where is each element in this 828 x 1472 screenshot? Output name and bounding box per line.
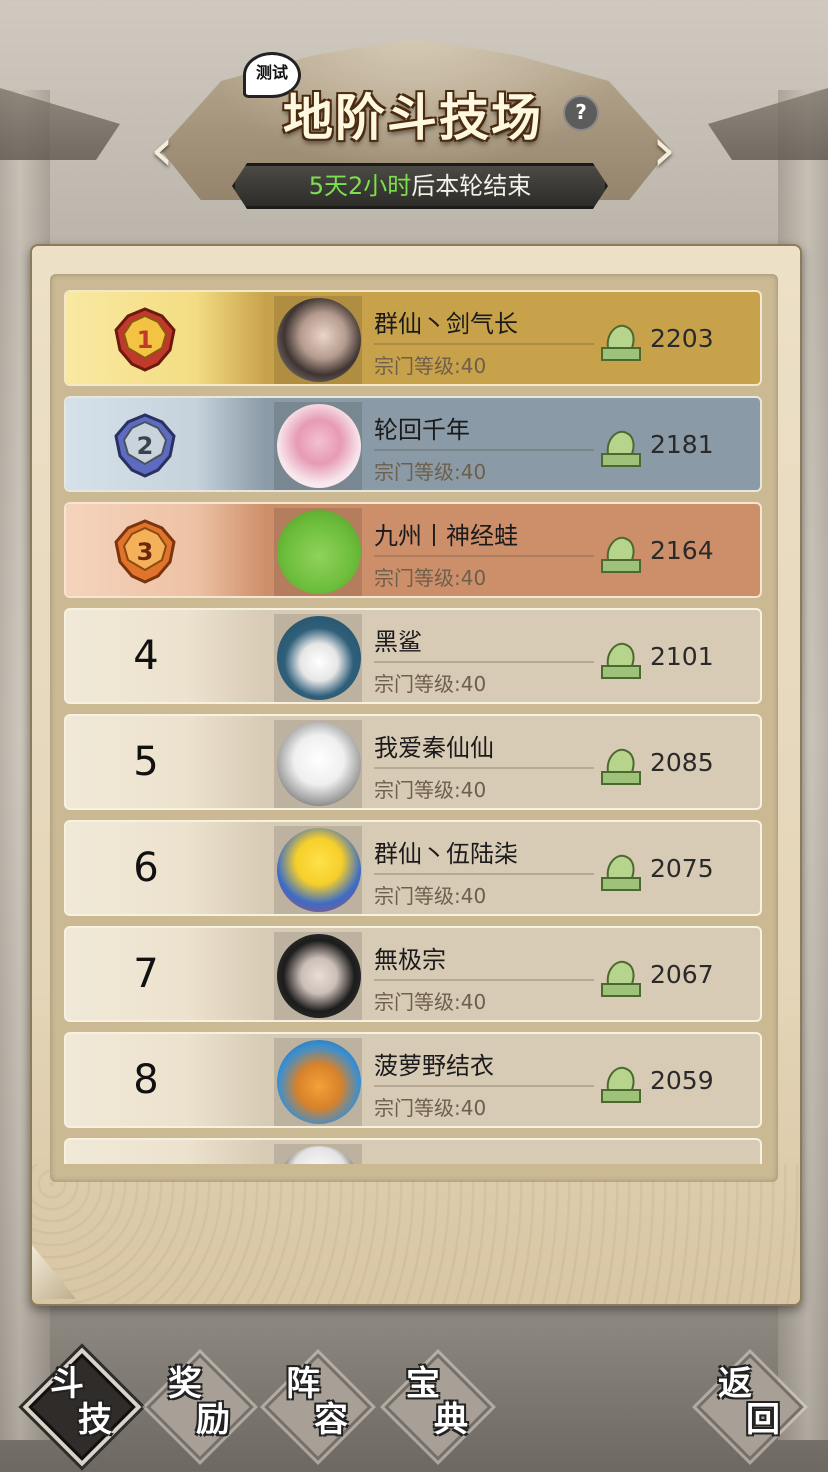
jade-seal-icon [601,854,641,891]
score: 2075 [650,854,714,883]
nav-codex-button[interactable]: 宝 典 [384,1353,492,1461]
gold-medal-icon: 1 [114,307,176,372]
sect-level: 宗门等级:40 [374,990,487,1014]
couple-photo-avatar[interactable] [277,404,361,488]
player-name: 群仙丶伍陆柒 [374,840,518,868]
player-name: 黑鲨 [374,628,422,656]
svg-text:1: 1 [137,326,154,354]
jade-seal-icon [601,642,641,679]
sect-level: 宗门等级:40 [374,672,487,696]
player-name: 群仙丶剑气长 [374,310,518,338]
nav-rewards-button[interactable]: 奖 励 [146,1353,254,1461]
table-row[interactable]: 1 群仙丶剑气长 宗门等级:40 2203 [64,290,762,386]
player-name: 九州丨神经蛙 [374,522,518,550]
rank-number: 5 [133,739,159,785]
timer-suffix: 后本轮结束 [411,172,532,200]
rank-number: 6 [133,845,159,891]
jade-seal-icon [601,960,641,997]
left-roof [0,88,120,160]
table-row[interactable]: 3 九州丨神经蛙 宗门等级:40 2164 [64,502,762,598]
player-name: 轮回千年 [374,416,470,444]
table-row[interactable]: 5 我爱秦仙仙 宗门等级:40 2085 [64,714,762,810]
player-name: 菠萝野结衣 [374,1052,494,1080]
score: 2164 [650,536,714,565]
score: 2203 [650,324,714,353]
jade-seal-icon [601,324,641,361]
anime-avatar[interactable] [277,722,361,806]
sect-level: 宗门等级:40 [374,354,487,378]
anime-dark-avatar[interactable] [277,934,361,1018]
timer-remaining: 5天2小时 [308,172,412,200]
chevron-right-icon[interactable]: › [638,120,690,182]
table-row-partial[interactable] [64,1138,762,1164]
rank-number: 8 [133,1057,159,1103]
jade-seal-icon [601,748,641,785]
rank-number: 7 [133,951,159,997]
svg-text:2: 2 [137,432,154,460]
sect-level: 宗门等级:40 [374,778,487,802]
jade-seal-icon [601,536,641,573]
svg-text:3: 3 [137,538,154,566]
pineapple-house-avatar[interactable] [277,1040,361,1124]
astronaut-avatar[interactable] [277,616,361,700]
table-row[interactable]: 4 黑鲨 宗门等级:40 2101 [64,608,762,704]
table-row[interactable]: 7 無极宗 宗门等级:40 2067 [64,926,762,1022]
sect-level: 宗门等级:40 [374,460,487,484]
player-name: 無极宗 [374,946,446,974]
silver-medal-icon: 2 [114,413,176,478]
jade-seal-icon [601,430,641,467]
nav-arena-button[interactable]: 斗 技 [28,1353,136,1461]
rank-number: 4 [133,633,159,679]
score: 2085 [650,748,714,777]
frog-avatar[interactable] [277,510,361,594]
nav-back-button[interactable]: 返 回 [696,1353,804,1461]
table-row[interactable]: 6 群仙丶伍陆柒 宗门等级:40 2075 [64,820,762,916]
sect-level: 宗门等级:40 [374,884,487,908]
right-roof [708,88,828,160]
bronze-medal-icon: 3 [114,519,176,584]
table-row[interactable]: 8 菠萝野结衣 宗门等级:40 2059 [64,1032,762,1128]
table-row[interactable]: 2 轮回千年 宗门等级:40 2181 [64,396,762,492]
header: 测试 地阶斗技场 ? ‹ › 5天2小时后本轮结束 [0,0,828,1440]
sect-level: 宗门等级:40 [374,566,487,590]
player-name: 我爱秦仙仙 [374,734,494,762]
score: 2067 [650,960,714,989]
question-icon[interactable]: ? [563,95,599,131]
score: 2101 [650,642,714,671]
score: 2059 [650,1066,714,1095]
photo-avatar[interactable] [277,298,361,382]
nav-lineup-button[interactable]: 阵 容 [264,1353,372,1461]
chevron-left-icon[interactable]: ‹ [136,120,188,182]
leaderboard-list[interactable]: 1 群仙丶剑气长 宗门等级:40 2203 2 轮回千年 宗门等级:40 218… [64,290,764,1164]
score: 2181 [650,430,714,459]
round-timer: 5天2小时后本轮结束 [232,163,608,209]
sect-level: 宗门等级:40 [374,1096,487,1120]
page-title: 地阶斗技场 [283,88,543,147]
minion-avatar[interactable] [277,828,361,912]
jade-seal-icon [601,1066,641,1103]
